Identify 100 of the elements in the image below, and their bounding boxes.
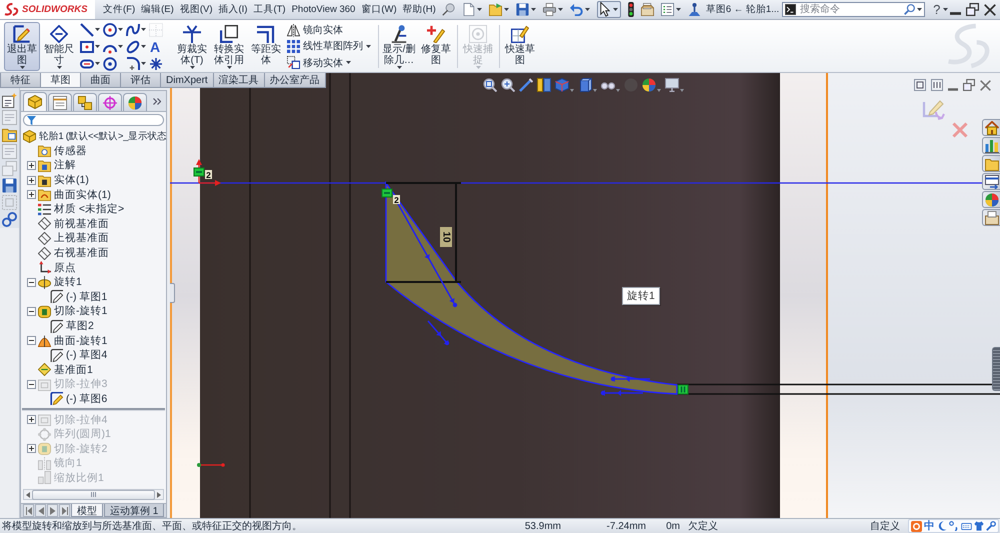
tree-item[interactable]: 实体(1) xyxy=(54,173,89,188)
expand-toggle[interactable] xyxy=(27,160,36,170)
ribbon-tab[interactable]: 草图 xyxy=(40,73,81,88)
task-pane-tab[interactable] xyxy=(982,137,1000,154)
zoom-fit-icon[interactable] xyxy=(483,78,497,92)
ime-mode[interactable]: 中 xyxy=(924,520,935,532)
caret-icon[interactable] xyxy=(396,66,402,69)
dimension-line[interactable] xyxy=(385,182,462,283)
relation-icon[interactable] xyxy=(678,384,688,394)
close-icon[interactable] xyxy=(984,4,996,16)
caret-icon[interactable] xyxy=(56,66,62,69)
text-tool[interactable]: A xyxy=(149,40,162,54)
spline-icon[interactable] xyxy=(126,22,140,36)
handle-arrow[interactable] xyxy=(600,390,643,396)
zoom-in-icon[interactable] xyxy=(501,78,515,92)
command-button[interactable]: 镜向实体 xyxy=(286,22,344,38)
punctuation-icon[interactable] xyxy=(949,521,959,531)
scroll-thumb[interactable] xyxy=(32,490,155,500)
relation-icon[interactable] xyxy=(382,188,392,198)
menu-item[interactable]: 编辑(E) xyxy=(139,2,176,18)
command-button[interactable]: 退出草图 xyxy=(4,22,40,71)
caret-icon[interactable] xyxy=(943,8,948,11)
nav-button[interactable] xyxy=(35,504,46,517)
printer-icon[interactable] xyxy=(542,3,556,16)
panel-tab[interactable] xyxy=(48,93,72,111)
task-pane-tab[interactable] xyxy=(982,209,1000,226)
keyboard-icon[interactable] xyxy=(961,522,972,530)
panel-tab[interactable] xyxy=(123,93,147,111)
handle-arrow[interactable] xyxy=(610,376,650,382)
moon-icon[interactable] xyxy=(937,521,947,531)
ribbon-tab[interactable]: 特征 xyxy=(0,73,41,88)
tree-item[interactable]: 原点 xyxy=(54,260,76,275)
tree-item[interactable]: 基准面1 xyxy=(54,362,93,377)
caret-icon[interactable] xyxy=(20,66,24,69)
task-pane-tab[interactable] xyxy=(982,191,1000,208)
nav-button[interactable] xyxy=(47,504,58,517)
bottom-tab[interactable]: 模型 xyxy=(71,504,103,517)
axis-line[interactable] xyxy=(170,182,985,184)
caret-icon[interactable] xyxy=(612,8,618,11)
caret-icon[interactable] xyxy=(558,8,563,11)
restore-icon[interactable] xyxy=(963,79,975,91)
select-button[interactable] xyxy=(596,1,621,18)
ellipse-icon[interactable] xyxy=(126,40,140,54)
caret-icon[interactable] xyxy=(141,28,146,31)
slot-icon[interactable] xyxy=(80,56,94,70)
tile-icon[interactable] xyxy=(914,79,926,91)
pin-icon[interactable] xyxy=(442,3,455,16)
search-icon[interactable] xyxy=(904,4,916,15)
caret-icon[interactable] xyxy=(346,61,351,64)
double-chevron-icon[interactable] xyxy=(153,98,161,105)
save-icon[interactable] xyxy=(2,178,17,193)
tree-item[interactable]: 注解 xyxy=(54,158,76,172)
pointer-icon[interactable] xyxy=(600,2,610,17)
tile-icon[interactable] xyxy=(931,79,943,91)
minimize-icon[interactable] xyxy=(950,12,961,14)
caret-icon[interactable] xyxy=(504,8,509,11)
new-document-icon[interactable] xyxy=(462,3,475,16)
link-icon[interactable] xyxy=(2,212,17,227)
caret-icon[interactable] xyxy=(917,8,922,11)
caret-icon[interactable] xyxy=(226,66,232,69)
filter-field[interactable] xyxy=(23,114,164,126)
origin-icon[interactable] xyxy=(196,159,221,186)
caret-icon[interactable] xyxy=(118,45,123,48)
task-pane-tab[interactable] xyxy=(982,155,1000,172)
tree-item[interactable]: 传感器 xyxy=(54,144,87,158)
relation-icon[interactable] xyxy=(194,168,204,176)
caret-icon[interactable] xyxy=(530,8,536,11)
split-block-icon[interactable] xyxy=(537,78,551,92)
menu-item[interactable]: 视图(V) xyxy=(178,2,214,18)
tree-item[interactable]: 材质 <未指定> xyxy=(54,202,124,216)
checklist-icon[interactable] xyxy=(660,3,674,16)
command-button[interactable]: 修复草图 xyxy=(418,22,454,71)
dimension-label[interactable]: 10 xyxy=(440,227,452,247)
right-arrow-icon[interactable] xyxy=(157,492,161,498)
circle-icon[interactable] xyxy=(103,22,117,36)
command-button[interactable]: 等距实体 xyxy=(248,22,284,71)
nav-button[interactable] xyxy=(23,504,34,517)
pane-handle[interactable] xyxy=(992,347,1000,391)
panel-tab[interactable] xyxy=(23,92,47,111)
expand-toggle[interactable] xyxy=(27,306,36,316)
corner-arc-icon[interactable] xyxy=(126,56,140,70)
command-button[interactable]: 转换实体引用 xyxy=(211,22,247,71)
save-icon[interactable] xyxy=(516,3,529,16)
shaded-cube-icon[interactable] xyxy=(578,78,592,92)
command-button[interactable]: 智能尺寸 xyxy=(41,22,77,71)
ribbon-tab[interactable]: 渲染工具 xyxy=(212,73,265,88)
caret-icon[interactable] xyxy=(95,45,100,48)
task-pane-tab[interactable] xyxy=(982,173,1000,190)
command-button[interactable]: 线性草图阵列 xyxy=(286,38,364,54)
menu-item[interactable]: 插入(I) xyxy=(216,2,250,18)
caret-icon[interactable] xyxy=(141,62,146,65)
expand-toggle[interactable] xyxy=(27,278,36,287)
color-ball-icon[interactable] xyxy=(642,78,656,92)
expand-toggle[interactable] xyxy=(27,190,36,200)
help-button[interactable]: ? xyxy=(933,2,940,16)
search-field[interactable]: 搜索命令 xyxy=(782,2,926,17)
traffic-light-icon[interactable] xyxy=(628,2,634,17)
menu-item[interactable]: PhotoView 360 xyxy=(290,2,358,18)
tree-item[interactable]: 前视基准面 xyxy=(54,216,109,231)
rectangle-icon[interactable] xyxy=(80,40,94,54)
